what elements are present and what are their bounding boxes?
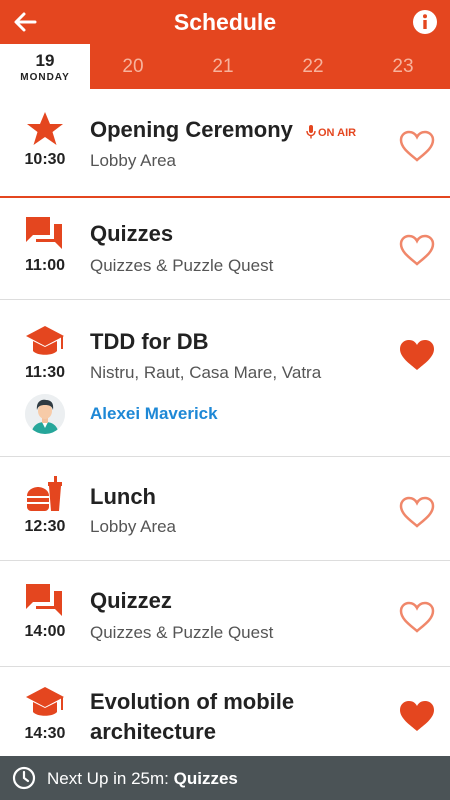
session-time: 14:30 [24, 725, 66, 742]
on-air-label: ON AIR [318, 127, 357, 139]
avatar[interactable] [25, 394, 65, 434]
schedule-item[interactable]: 10:30 Opening Ceremony Lobby Area [0, 89, 450, 198]
day-tabs: 19 MONDAY 20 21 22 23 [0, 44, 450, 89]
person-avatar-icon [25, 394, 65, 434]
session-location: Quizzes & Puzzle Quest [90, 623, 274, 642]
next-up-session: Quizzes [173, 769, 238, 788]
microphone-icon [306, 125, 316, 139]
chat-icon [26, 217, 62, 249]
session-title: Quizzes [90, 221, 174, 246]
info-icon[interactable] [412, 9, 438, 35]
heart-filled-icon[interactable] [398, 699, 436, 733]
schedule-item[interactable]: 11:30 TDD for DB Nistru, Raut, Casa Mare… [0, 301, 450, 457]
session-location: Lobby Area [90, 151, 177, 170]
schedule-item[interactable]: 11:00 Quizzes Quizzes & Puzzle Quest [0, 199, 450, 300]
schedule-item[interactable]: 14:00 Quizzez Quizzes & Puzzle Quest [0, 562, 450, 667]
tab-day-23[interactable]: 23 [358, 44, 448, 89]
next-up-text: Next Up in 25m: Quizzes [47, 769, 238, 789]
day-name: MONDAY [20, 72, 70, 83]
graduation-cap-icon [26, 687, 64, 716]
schedule-item[interactable]: 12:30 Lunch Lobby Area [0, 458, 450, 561]
chat-icon [26, 584, 62, 616]
session-title: Quizzez [90, 588, 172, 613]
heart-outline-icon[interactable] [398, 600, 436, 634]
star-icon [27, 112, 63, 145]
session-title: Lunch [90, 484, 156, 509]
session-title: Opening Ceremony [90, 117, 293, 142]
session-time: 10:30 [24, 151, 66, 168]
clock-icon [12, 766, 36, 790]
session-time: 11:30 [24, 364, 66, 381]
session-location: Quizzes & Puzzle Quest [90, 256, 274, 275]
session-time: 11:00 [24, 257, 66, 274]
day-number: 19 [35, 51, 55, 70]
fast-food-icon [27, 476, 62, 511]
heart-outline-icon[interactable] [398, 233, 436, 267]
heart-outline-icon[interactable] [398, 129, 436, 163]
next-up-prefix: Next Up in 25m: [47, 769, 174, 788]
session-time: 14:00 [24, 623, 66, 640]
speaker-name[interactable]: Alexei Maverick [90, 404, 218, 424]
on-air-badge: ON AIR [306, 125, 356, 139]
page-title: Schedule [173, 9, 277, 35]
tab-day-22[interactable]: 22 [268, 44, 358, 89]
session-location: Lobby Area [90, 517, 177, 536]
session-title-line2: architecture [90, 719, 216, 744]
session-title: Evolution of mobile [90, 689, 295, 714]
session-location: Nistru, Raut, Casa Mare, Vatra [90, 363, 322, 382]
schedule-item[interactable]: 14:30 Evolution of mobile architecture [0, 668, 450, 768]
session-title: TDD for DB [90, 329, 209, 354]
heart-filled-icon[interactable] [398, 338, 436, 372]
graduation-cap-icon [26, 326, 64, 355]
app-bar: Schedule [0, 0, 450, 44]
session-time: 12:30 [24, 518, 66, 535]
tab-day-21[interactable]: 21 [178, 44, 268, 89]
tab-day-20[interactable]: 20 [88, 44, 178, 89]
tab-day-19[interactable]: 19 MONDAY [0, 44, 90, 89]
heart-outline-icon[interactable] [398, 495, 436, 529]
next-up-bar[interactable]: Next Up in 25m: Quizzes [0, 756, 450, 800]
